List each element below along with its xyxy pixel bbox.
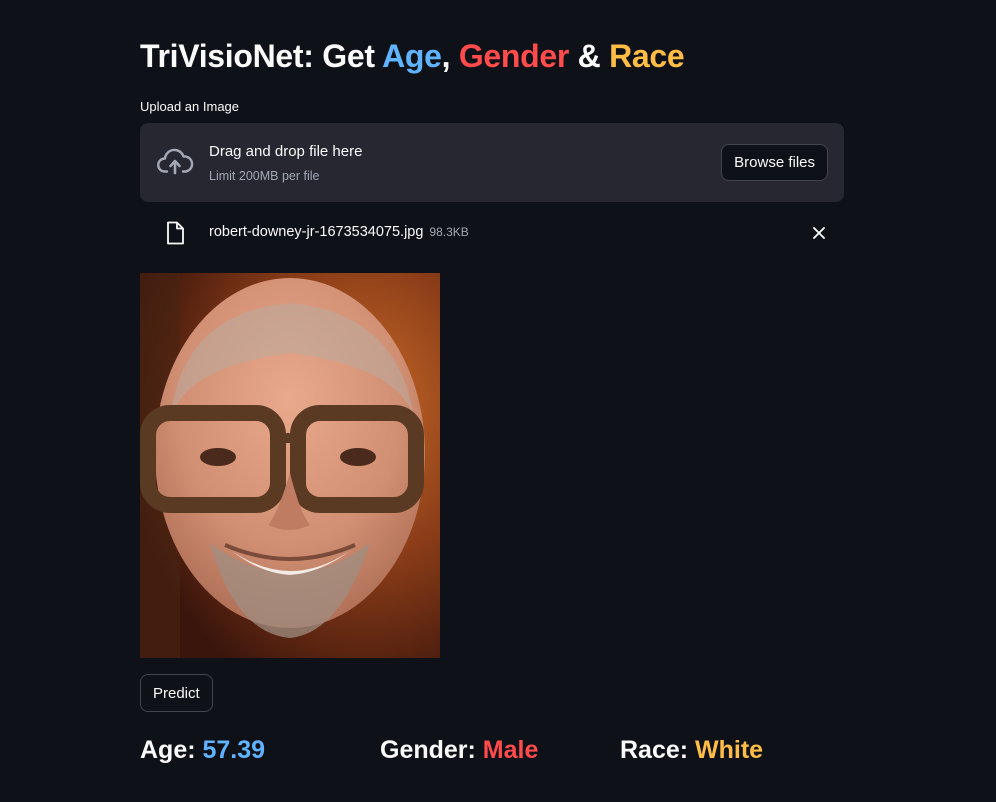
predict-button[interactable]: Predict xyxy=(140,674,213,712)
race-result: Race: White xyxy=(620,736,763,765)
file-name-text: robert-downey-jr-1673534075.jpg xyxy=(209,224,424,240)
race-label: Race: xyxy=(620,736,696,764)
gender-result: Gender: Male xyxy=(380,736,538,765)
gender-label: Gender: xyxy=(380,736,483,764)
race-value: White xyxy=(695,736,764,764)
close-icon xyxy=(813,227,825,239)
upload-label: Upload an Image xyxy=(140,99,240,114)
title-prefix: TriVisioNet: Get xyxy=(140,38,383,74)
remove-file-button[interactable] xyxy=(808,222,830,244)
portrait-image xyxy=(140,273,440,658)
cloud-upload-icon xyxy=(157,148,194,175)
file-dropzone[interactable]: Drag and drop file here Limit 200MB per … xyxy=(140,123,844,202)
title-race: Race xyxy=(609,38,685,74)
age-result: Age: 57.39 xyxy=(140,736,265,765)
dropzone-limit: Limit 200MB per file xyxy=(209,169,320,183)
title-comma: , xyxy=(441,38,459,74)
title-amp: & xyxy=(569,38,610,74)
title-age: Age xyxy=(382,38,442,74)
page-title: TriVisioNet: Get Age, Gender & Race xyxy=(140,38,685,75)
file-size: 98.3KB xyxy=(429,225,469,239)
dropzone-instructions: Drag and drop file here xyxy=(209,143,363,160)
age-value: 57.39 xyxy=(202,736,266,764)
age-label: Age: xyxy=(140,736,203,764)
uploaded-file-row: robert-downey-jr-1673534075.jpg 98.3KB xyxy=(140,214,844,252)
file-icon xyxy=(167,221,184,245)
uploaded-image-preview xyxy=(140,273,440,658)
gender-value: Male xyxy=(482,736,539,764)
title-gender: Gender xyxy=(458,38,570,74)
file-name: robert-downey-jr-1673534075.jpg 98.3KB xyxy=(209,224,469,240)
browse-files-button[interactable]: Browse files xyxy=(721,144,828,181)
